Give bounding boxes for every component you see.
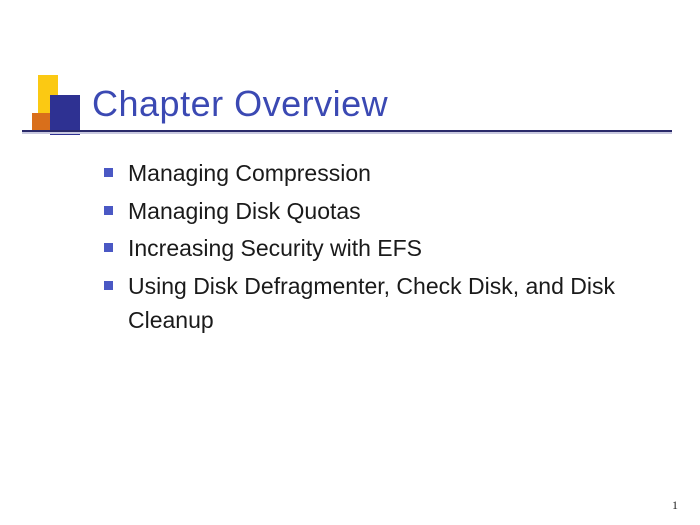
slide-title: Chapter Overview: [92, 83, 388, 125]
bullet-item: Using Disk Defragmenter, Check Disk, and…: [104, 269, 640, 338]
slide-corner-decoration: [32, 75, 80, 135]
decoration-navy-rect: [50, 95, 80, 135]
bullet-item: Increasing Security with EFS: [104, 231, 640, 266]
bullet-item: Managing Disk Quotas: [104, 194, 640, 229]
decoration-orange-square: [32, 113, 50, 131]
page-number: 1: [672, 498, 678, 513]
title-underline-shadow: [22, 132, 672, 134]
bullet-list: Managing Compression Managing Disk Quota…: [104, 156, 640, 341]
bullet-item: Managing Compression: [104, 156, 640, 191]
